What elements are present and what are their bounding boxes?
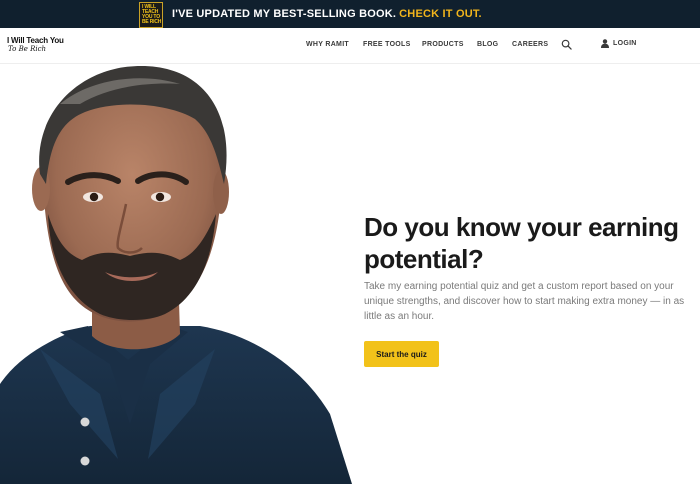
logo-line-2: To Be Rich <box>8 45 47 53</box>
site-logo[interactable]: I Will Teach You To Be Rich <box>7 36 77 58</box>
logo-line-1: I Will Teach You <box>7 36 64 45</box>
nav-why-ramit[interactable]: WHY RAMIT <box>306 41 349 48</box>
site-header: I Will Teach You To Be Rich WHY RAMIT FR… <box>0 28 700 64</box>
start-quiz-button[interactable]: Start the quiz <box>364 341 439 367</box>
book-cover-title: I Will Teach You To Be Rich <box>142 4 162 25</box>
nav-blog[interactable]: BLOG <box>477 41 498 48</box>
nav-free-tools[interactable]: FREE TOOLS <box>363 41 411 48</box>
nav-products[interactable]: PRODUCTS <box>422 41 464 48</box>
promo-message: I'VE UPDATED MY BEST-SELLING BOOK. <box>172 8 397 20</box>
login-label: LOGIN <box>613 40 637 47</box>
hero-title: Do you know your earning potential? <box>364 212 679 274</box>
portrait-photo <box>0 64 360 484</box>
login-link[interactable]: LOGIN <box>601 39 637 48</box>
promo-cta-link[interactable]: CHECK IT OUT. <box>399 8 482 20</box>
book-cover-image[interactable]: I Will Teach You To Be Rich <box>139 2 163 28</box>
promo-text[interactable]: I'VE UPDATED MY BEST-SELLING BOOK. CHECK … <box>172 8 482 20</box>
user-icon <box>601 39 609 48</box>
hero-subtitle: Take my earning potential quiz and get a… <box>364 281 685 322</box>
search-icon[interactable] <box>561 39 572 50</box>
nav-careers[interactable]: CAREERS <box>512 41 548 48</box>
promo-banner[interactable]: I Will Teach You To Be Rich I'VE UPDATED… <box>0 0 700 28</box>
